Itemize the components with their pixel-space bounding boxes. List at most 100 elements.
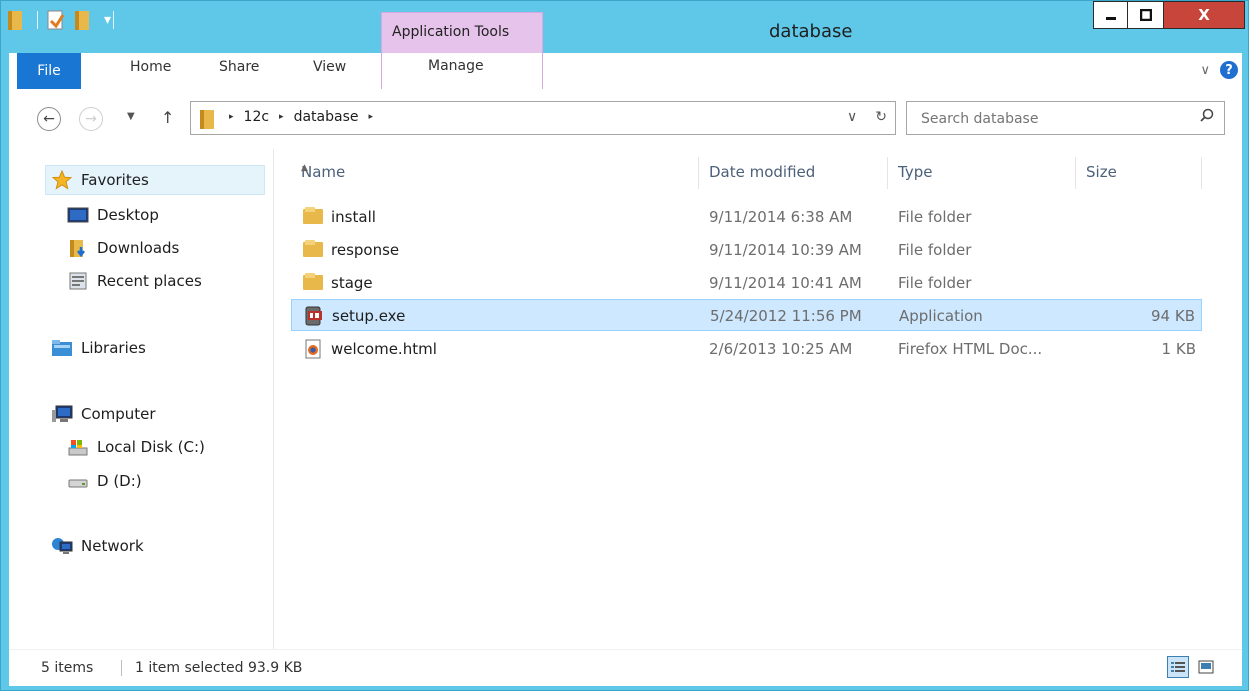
breadcrumb-separator-icon[interactable]: ▸	[229, 112, 234, 122]
ribbon-right: ∨ ?	[1200, 61, 1238, 79]
address-bar[interactable]: ▸ 12c ▸ database ▸ ∨ ↻	[190, 101, 896, 135]
address-dropdown-icon[interactable]: ∨	[847, 109, 857, 125]
details-view-button[interactable]	[1167, 656, 1189, 678]
column-header-size[interactable]: Size	[1076, 157, 1202, 189]
up-button[interactable]: ↑	[161, 108, 174, 127]
file-date: 2/6/2013 10:25 AM	[709, 340, 853, 358]
html-file-icon	[303, 339, 323, 359]
sidebar-item-libraries[interactable]: Libraries	[51, 334, 146, 362]
downloads-icon	[67, 238, 89, 258]
file-name: setup.exe	[332, 307, 406, 325]
file-type: File folder	[898, 274, 972, 292]
recent-locations-dropdown[interactable]: ▼	[127, 111, 135, 122]
up-arrow-icon: ↑	[161, 108, 175, 127]
file-list: Name ▲ Date modified Type Size install 9…	[287, 149, 1202, 649]
sidebar-item-favorites[interactable]: Favorites	[51, 166, 149, 194]
sidebar-item-label: Network	[81, 537, 144, 555]
sidebar-item-label: Favorites	[81, 171, 149, 189]
folder-icon	[303, 240, 323, 260]
folder-icon[interactable]	[7, 9, 29, 31]
customize-toolbar-icon[interactable]: ▾	[104, 12, 111, 28]
list-item[interactable]: install 9/11/2014 6:38 AM File folder	[291, 201, 1202, 233]
sidebar-item-label: Desktop	[97, 206, 159, 224]
column-header-name[interactable]: Name ▲	[291, 157, 699, 189]
local-disk-icon	[67, 437, 89, 457]
file-name: response	[331, 241, 400, 259]
maximize-icon	[1139, 9, 1152, 21]
file-date: 9/11/2014 6:38 AM	[709, 208, 853, 226]
network-icon	[51, 536, 73, 556]
drive-icon	[67, 471, 89, 491]
list-item[interactable]: welcome.html 2/6/2013 10:25 AM Firefox H…	[291, 333, 1202, 365]
sidebar-item-label: Downloads	[97, 239, 180, 257]
file-size: 94 KB	[1151, 307, 1195, 325]
tab-view[interactable]: View	[313, 59, 346, 75]
pane-divider[interactable]	[273, 149, 274, 649]
ribbon-tabs: File Home Share View Manage ∨ ?	[9, 52, 1242, 90]
column-label: Type	[898, 163, 933, 181]
expand-ribbon-icon[interactable]: ∨	[1200, 63, 1210, 78]
search-icon[interactable]	[1200, 108, 1214, 126]
sidebar-item-local-disk[interactable]: Local Disk (C:)	[67, 433, 205, 461]
breadcrumb-separator-icon[interactable]: ▸	[279, 112, 284, 122]
forward-arrow-icon: →	[85, 111, 97, 127]
sidebar-item-label: Local Disk (C:)	[97, 438, 205, 456]
breadcrumb-separator-icon[interactable]: ▸	[369, 112, 374, 122]
minimize-icon	[1105, 17, 1116, 20]
file-name: welcome.html	[331, 340, 437, 358]
list-item[interactable]: stage 9/11/2014 10:41 AM File folder	[291, 267, 1202, 299]
breadcrumb: ▸ 12c ▸ database ▸	[229, 109, 373, 125]
help-icon[interactable]: ?	[1220, 61, 1238, 79]
file-type: Firefox HTML Doc...	[898, 340, 1043, 358]
application-icon	[304, 306, 324, 326]
close-button[interactable]: X	[1163, 1, 1245, 29]
tab-manage[interactable]: Manage	[428, 58, 484, 74]
manage-tab-area: Manage	[381, 52, 543, 89]
back-arrow-icon: ←	[43, 111, 55, 127]
sidebar-item-recent-places[interactable]: Recent places	[67, 267, 202, 295]
item-count: 5 items	[41, 660, 94, 676]
new-folder-icon[interactable]	[74, 9, 96, 31]
forward-button[interactable]: →	[79, 107, 103, 131]
status-divider	[121, 660, 122, 676]
tab-share[interactable]: Share	[219, 59, 259, 75]
column-header-date[interactable]: Date modified	[699, 157, 888, 189]
column-header-type[interactable]: Type	[888, 157, 1076, 189]
tab-home[interactable]: Home	[130, 59, 171, 75]
file-size: 1 KB	[1161, 340, 1196, 358]
navigation-pane: Favorites Desktop Downloads Recent place…	[9, 149, 265, 649]
folder-icon	[303, 273, 323, 293]
breadcrumb-12c[interactable]: 12c	[244, 109, 270, 125]
sidebar-item-computer[interactable]: Computer	[51, 400, 156, 428]
maximize-button[interactable]	[1127, 1, 1164, 29]
large-icons-view-button[interactable]	[1195, 656, 1217, 678]
sidebar-item-label: Libraries	[81, 339, 146, 357]
back-button[interactable]: ←	[37, 107, 61, 131]
file-type: File folder	[898, 208, 972, 226]
column-label: Size	[1086, 163, 1117, 181]
file-type: Application	[899, 307, 983, 325]
breadcrumb-database[interactable]: database	[294, 109, 359, 125]
recent-places-icon	[67, 271, 89, 291]
properties-icon[interactable]	[46, 9, 68, 31]
title-bar: ▾ Application Tools database X	[1, 1, 1249, 54]
sidebar-item-label: Recent places	[97, 272, 202, 290]
file-date: 5/24/2012 11:56 PM	[710, 307, 862, 325]
tab-file[interactable]: File	[17, 53, 81, 89]
toolbar-divider	[37, 11, 38, 29]
sidebar-item-d-drive[interactable]: D (D:)	[67, 467, 142, 495]
refresh-icon[interactable]: ↻	[875, 109, 887, 125]
search-box[interactable]	[906, 101, 1225, 136]
sidebar-item-network[interactable]: Network	[51, 532, 144, 560]
desktop-icon	[67, 205, 89, 225]
details-view-icon	[1171, 662, 1185, 672]
list-item-selected[interactable]: setup.exe 5/24/2012 11:56 PM Application…	[291, 299, 1202, 331]
search-input[interactable]	[907, 102, 1203, 136]
list-item[interactable]: response 9/11/2014 10:39 AM File folder	[291, 234, 1202, 266]
sidebar-item-downloads[interactable]: Downloads	[67, 234, 179, 262]
file-date: 9/11/2014 10:41 AM	[709, 274, 862, 292]
minimize-button[interactable]	[1093, 1, 1128, 29]
file-type: File folder	[898, 241, 972, 259]
sidebar-item-desktop[interactable]: Desktop	[67, 201, 159, 229]
navigation-bar: ← → ▼ ↑ ▸ 12c ▸ database ▸ ∨ ↻	[9, 89, 1242, 149]
